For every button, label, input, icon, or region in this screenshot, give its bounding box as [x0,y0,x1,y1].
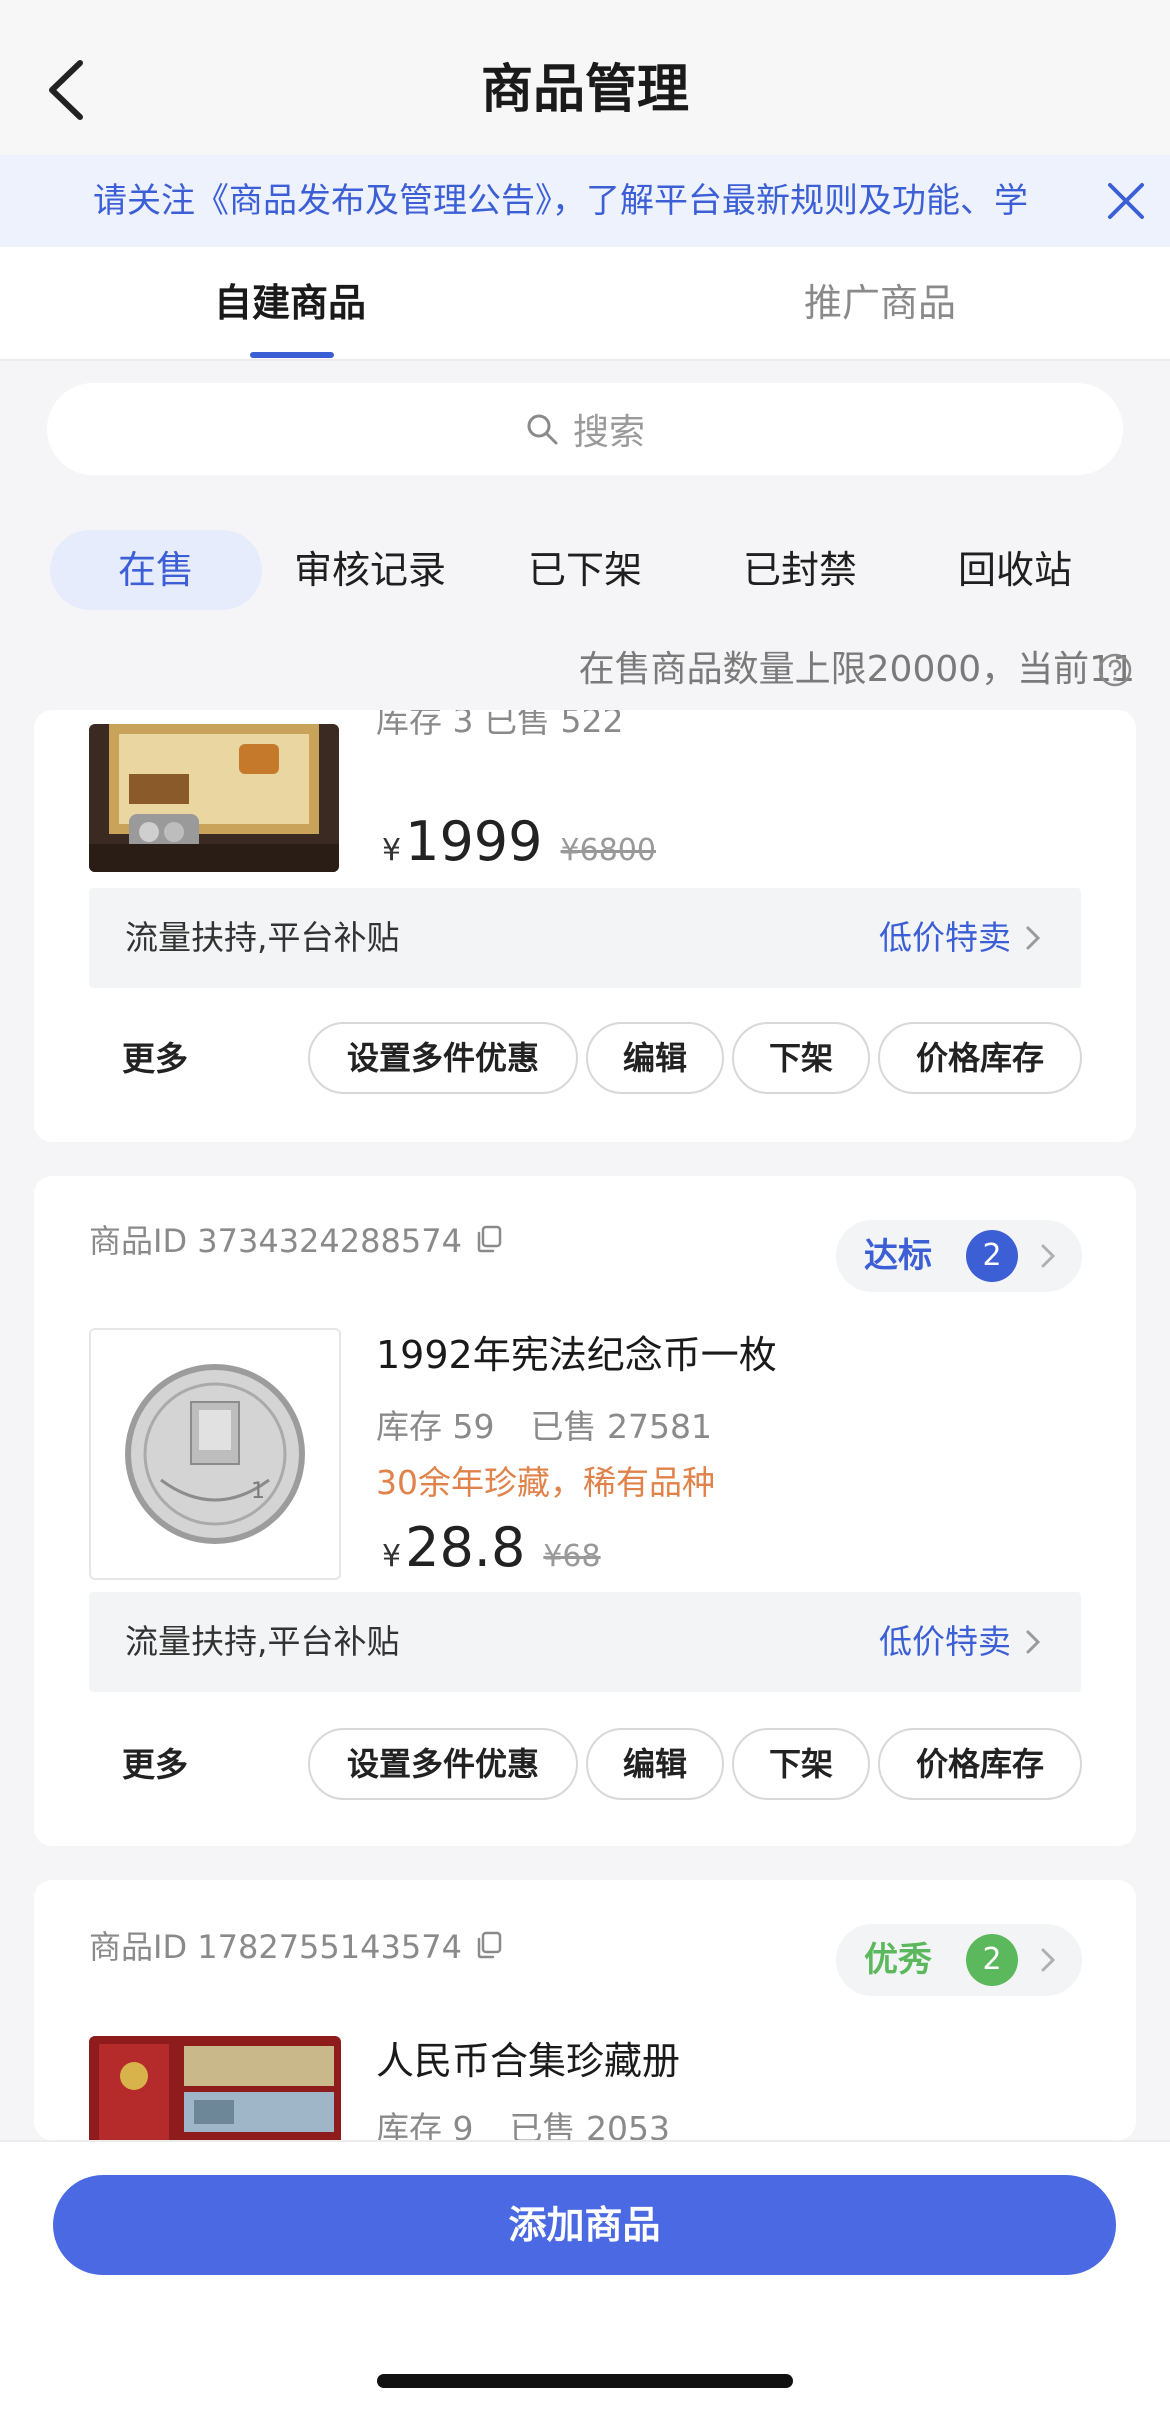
product-id-row: 商品ID 1782755143574 [89,1922,504,1968]
more-button[interactable]: 更多 [122,1738,188,1786]
product-thumbnail[interactable] [89,2036,341,2140]
price-group: ¥ 1999 ¥6800 [382,812,656,872]
search-placeholder: 搜索 [572,412,645,453]
sold-count: 已售 2053 [509,2109,670,2140]
filter-banned[interactable]: 已封禁 [705,530,895,610]
stock-count: 库存 9 [376,2109,474,2140]
product-id: 商品ID 3734324288574 [89,1222,462,1260]
copy-icon[interactable] [474,1224,504,1254]
delist-button[interactable]: 下架 [732,1728,870,1800]
listing-limit-text: 在售商品数量上限20000，当前11 [578,649,1135,690]
score-label: 达标 [864,1236,932,1276]
svg-text:1: 1 [251,1479,265,1504]
score-label: 优秀 [864,1940,932,1980]
quality-score-pill[interactable]: 达标 2 [836,1220,1082,1292]
filter-review-records[interactable]: 审核记录 [270,530,470,610]
product-stock-sold: 库存 59 已售 27581 [376,1400,712,1448]
quality-score-pill[interactable]: 优秀 2 [836,1924,1082,1996]
tab-self-built-products[interactable]: 自建商品 [140,247,440,359]
help-icon[interactable] [1097,652,1133,688]
banknote-album-image [89,2036,341,2140]
set-multi-item-discount-button[interactable]: 设置多件优惠 [308,1728,578,1800]
tab-indicator [250,352,334,358]
filter-delisted[interactable]: 已下架 [490,530,680,610]
product-card: 商品ID 1782755143574 优秀 2 人民币合集珍藏册 库存 9 已售… [34,1880,1136,2140]
filter-on-sale[interactable]: 在售 [50,530,262,610]
product-card: 商品ID 3734324288574 达标 2 1 1992年宪法纪念币一枚 库… [34,1176,1136,1846]
home-indicator [377,2374,793,2388]
price-stock-button[interactable]: 价格库存 [878,1728,1082,1800]
low-price-sale-link[interactable]: 低价特卖 [879,888,1045,988]
promo-label: 流量扶持,平台补贴 [125,918,400,957]
product-thumbnail[interactable] [89,724,339,872]
product-id: 商品ID 1782755143574 [89,1928,462,1966]
chevron-right-icon [1041,1948,1056,1972]
price-stock-button[interactable]: 价格库存 [878,1022,1082,1094]
chevron-right-icon [1026,926,1041,950]
product-title[interactable]: 人民币合集珍藏册 [376,2030,680,2085]
score-count-badge: 2 [966,1934,1018,1986]
notice-banner[interactable]: 请关注《商品发布及管理公告》，了解平台最新规则及功能、学 [0,155,1170,247]
promo-row[interactable]: 流量扶持,平台补贴 低价特卖 [89,888,1081,988]
currency-symbol: ¥ [382,1539,402,1574]
filter-recycle-bin[interactable]: 回收站 [920,530,1110,610]
set-multi-item-discount-button[interactable]: 设置多件优惠 [308,1022,578,1094]
product-stock-sold: 库存 3 已售 522 [376,710,624,740]
product-id-row: 商品ID 3734324288574 [89,1216,504,1262]
promo-label: 流量扶持,平台补贴 [125,1622,400,1661]
search-input[interactable]: 搜索 [47,383,1123,475]
score-count-badge: 2 [966,1230,1018,1282]
product-title[interactable]: 1992年宪法纪念币一枚 [376,1324,777,1379]
original-price: ¥68 [543,1539,601,1574]
more-button[interactable]: 更多 [122,1032,188,1080]
add-product-button[interactable]: 添加商品 [53,2175,1116,2275]
price-group: ¥ 28.8 ¥68 [382,1518,601,1578]
product-thumbnail[interactable]: 1 [89,1328,341,1580]
product-price: 1999 [405,810,543,873]
chevron-right-icon [1041,1244,1056,1268]
currency-symbol: ¥ [382,833,402,868]
product-card: 库存 3 已售 522 ¥ 1999 ¥6800 流量扶持,平台补贴 低价特卖 … [34,710,1136,1142]
sold-count: 已售 27581 [530,1407,712,1446]
search-icon [527,414,558,445]
low-price-sale-link[interactable]: 低价特卖 [879,1592,1045,1692]
edit-button[interactable]: 编辑 [586,1728,724,1800]
promo-link-label: 低价特卖 [879,1622,1011,1661]
close-icon[interactable] [1100,175,1152,227]
product-stock-sold: 库存 9 已售 2053 [376,2102,670,2140]
product-price: 28.8 [405,1516,526,1579]
notice-text[interactable]: 请关注《商品发布及管理公告》，了解平台最新规则及功能、学 [93,155,1088,247]
tab-promoted-products[interactable]: 推广商品 [730,247,1030,359]
edit-button[interactable]: 编辑 [586,1022,724,1094]
stock-count: 库存 59 [376,1407,495,1446]
delist-button[interactable]: 下架 [732,1022,870,1094]
promo-row[interactable]: 流量扶持,平台补贴 低价特卖 [89,1592,1081,1692]
copy-icon[interactable] [474,1930,504,1960]
coin-image: 1 [91,1330,339,1578]
promo-link-label: 低价特卖 [879,918,1011,957]
product-tagline: 30余年珍藏，稀有品种 [376,1463,715,1502]
original-price: ¥6800 [560,833,656,868]
product-image [89,724,339,872]
tab-bar: 自建商品 推广商品 [0,247,1170,361]
chevron-right-icon [1026,1630,1041,1654]
page-title: 商品管理 [480,60,689,120]
status-filter-bar: 在售 审核记录 已下架 已封禁 回收站 [0,520,1170,620]
